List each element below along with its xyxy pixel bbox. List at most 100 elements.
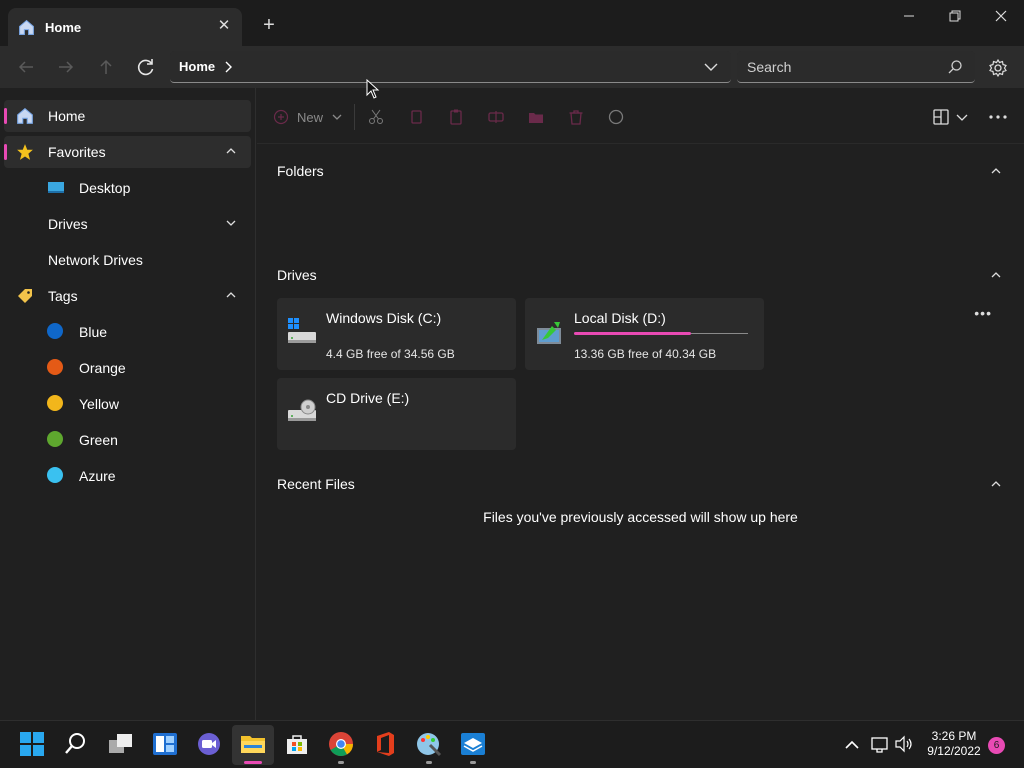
sidebar-item-tag-orange[interactable]: Orange xyxy=(4,352,251,384)
cut-icon[interactable] xyxy=(367,108,385,126)
sidebar-item-label: Favorites xyxy=(48,144,106,160)
sidebar-item-tag-green[interactable]: Green xyxy=(4,424,251,456)
chevron-up-icon[interactable] xyxy=(990,478,1002,490)
taskbar: 3:26 PM 9/12/2022 6 xyxy=(0,720,1024,768)
restore-button[interactable] xyxy=(940,6,970,28)
sidebar-item-label: Home xyxy=(48,108,86,124)
copy-icon[interactable] xyxy=(407,108,425,126)
local-drive-icon xyxy=(537,322,561,344)
paint-icon[interactable] xyxy=(416,731,442,757)
gear-icon xyxy=(989,58,1007,78)
drive-name: Windows Disk (C:) xyxy=(326,310,442,326)
drive-card-d[interactable]: Local Disk (D:) 13.36 GB free of 40.34 G… xyxy=(525,298,764,370)
windows-drive-icon xyxy=(288,318,316,343)
arrow-right-icon xyxy=(59,61,74,73)
sidebar-item-label: Azure xyxy=(79,468,116,484)
microsoft-store-icon[interactable] xyxy=(284,731,310,757)
start-icon[interactable] xyxy=(19,731,45,757)
properties-icon[interactable] xyxy=(607,108,625,126)
system-clock[interactable]: 3:26 PM 9/12/2022 xyxy=(918,729,990,759)
sidebar-item-home[interactable]: Home xyxy=(4,100,251,132)
desktop-icon xyxy=(48,182,64,193)
title-bar: Home ✕ + xyxy=(0,0,1024,46)
recent-files-empty-message: Files you've previously accessed will sh… xyxy=(483,509,798,525)
widgets-icon[interactable] xyxy=(152,731,178,757)
search-icon[interactable] xyxy=(947,59,963,75)
task-view-icon[interactable] xyxy=(108,731,134,757)
sidebar-item-desktop[interactable]: Desktop xyxy=(4,172,251,204)
drive-card-c[interactable]: Windows Disk (C:) 4.4 GB free of 34.56 G… xyxy=(277,298,516,370)
chevron-up-icon[interactable] xyxy=(990,165,1002,177)
sidebar-item-label: Yellow xyxy=(79,396,119,412)
tag-color-icon xyxy=(47,467,63,483)
tab-title: Home xyxy=(45,19,82,35)
minimize-icon xyxy=(904,15,914,17)
section-header-drives[interactable]: Drives xyxy=(277,267,317,283)
sidebar-item-favorites[interactable]: Favorites xyxy=(4,136,251,168)
sidebar-item-tag-yellow[interactable]: Yellow xyxy=(4,388,251,420)
volume-icon[interactable] xyxy=(894,731,914,757)
chevron-up-icon[interactable] xyxy=(225,289,237,301)
more-options-icon[interactable] xyxy=(988,108,1008,126)
close-tab-icon[interactable]: ✕ xyxy=(214,16,234,36)
teams-chat-icon[interactable] xyxy=(196,731,222,757)
share-icon[interactable] xyxy=(527,108,545,126)
cd-drive-icon xyxy=(288,399,316,421)
close-window-button[interactable] xyxy=(986,6,1016,28)
file-explorer-icon[interactable] xyxy=(240,731,266,757)
sidebar-item-label: Green xyxy=(79,432,118,448)
sidebar-item-label: Blue xyxy=(79,324,108,340)
section-header-folders[interactable]: Folders xyxy=(277,163,324,179)
tag-color-icon xyxy=(47,431,63,447)
chevron-right-icon[interactable] xyxy=(223,61,233,73)
drive-card-e[interactable]: CD Drive (E:) xyxy=(277,378,516,450)
sidebar-item-tag-azure[interactable]: Azure xyxy=(4,460,251,492)
clock-date: 9/12/2022 xyxy=(927,744,981,758)
tab-home[interactable]: Home ✕ xyxy=(8,8,242,46)
settings-button[interactable] xyxy=(988,58,1008,78)
new-tab-button[interactable]: + xyxy=(258,14,280,36)
paste-icon[interactable] xyxy=(447,108,465,126)
network-icon[interactable] xyxy=(870,731,890,757)
rename-icon[interactable] xyxy=(487,108,505,126)
star-icon xyxy=(17,144,33,160)
office-icon[interactable] xyxy=(372,731,398,757)
notification-badge[interactable]: 6 xyxy=(988,737,1005,754)
sidebar-item-tag-blue[interactable]: Blue xyxy=(4,316,251,348)
new-label: New xyxy=(297,109,324,125)
up-button[interactable] xyxy=(94,55,118,79)
search-box[interactable] xyxy=(737,51,975,83)
drive-free-space: 13.36 GB free of 40.34 GB xyxy=(574,347,717,361)
drive-name: Local Disk (D:) xyxy=(574,310,666,326)
sidebar-item-network-drives[interactable]: Network Drives xyxy=(4,244,251,276)
sidebar-item-label: Drives xyxy=(48,216,88,232)
clock-time: 3:26 PM xyxy=(931,729,977,743)
breadcrumb-home[interactable]: Home xyxy=(179,59,215,74)
chevron-up-icon[interactable] xyxy=(843,731,861,757)
chevron-down-icon[interactable] xyxy=(225,217,237,229)
address-bar[interactable]: Home xyxy=(170,51,731,83)
delete-icon[interactable] xyxy=(567,108,585,126)
search-icon[interactable] xyxy=(63,731,89,757)
mouse-cursor-icon xyxy=(366,79,380,99)
drive-usage-bar xyxy=(574,332,748,335)
drives-more-icon[interactable]: ••• xyxy=(974,305,992,321)
chevron-down-icon[interactable] xyxy=(703,59,719,75)
refresh-button[interactable] xyxy=(134,55,158,79)
chevron-up-icon[interactable] xyxy=(990,269,1002,281)
chevron-up-icon[interactable] xyxy=(225,145,237,157)
sidebar-item-tags[interactable]: Tags xyxy=(4,280,251,312)
minimize-button[interactable] xyxy=(894,6,924,28)
app-installer-icon[interactable] xyxy=(460,731,486,757)
search-input[interactable] xyxy=(747,58,937,75)
sidebar-item-drives[interactable]: Drives xyxy=(4,208,251,240)
forward-button[interactable] xyxy=(54,55,78,79)
section-header-recent-files[interactable]: Recent Files xyxy=(277,476,355,492)
layout-icon[interactable] xyxy=(932,108,950,126)
chevron-down-icon[interactable] xyxy=(955,108,969,126)
navigation-bar: Home xyxy=(0,46,1024,88)
new-button[interactable]: New xyxy=(273,106,343,128)
back-button[interactable] xyxy=(14,55,38,79)
main-content: Folders Drives Windows Disk (C:) 4.4 GB … xyxy=(257,145,1024,720)
chrome-icon[interactable] xyxy=(328,731,354,757)
